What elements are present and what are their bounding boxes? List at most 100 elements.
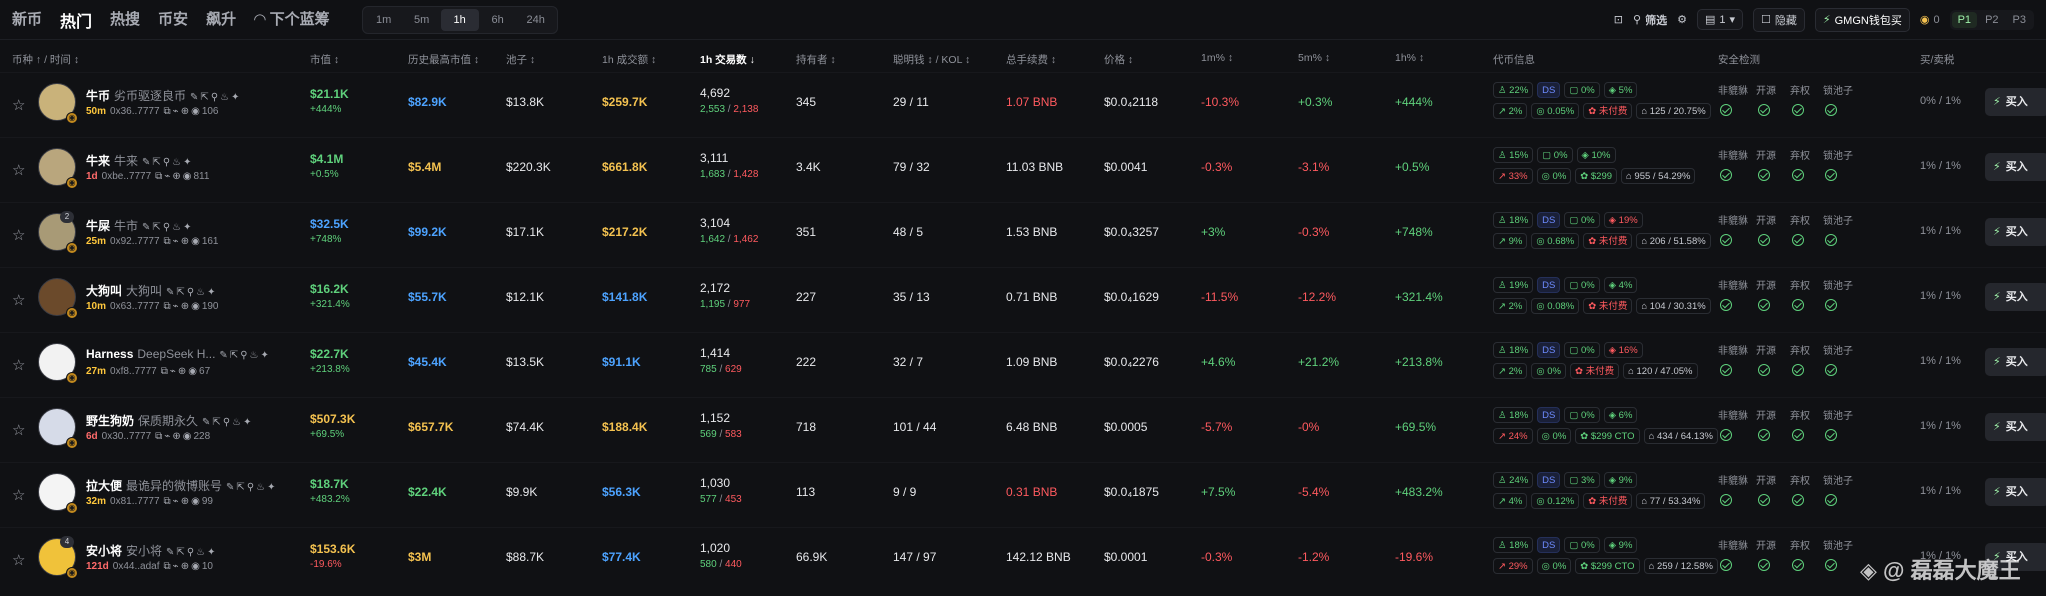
- favorite-star-icon[interactable]: ☆: [12, 486, 25, 504]
- favorite-star-icon[interactable]: ☆: [12, 226, 25, 244]
- table-row[interactable]: ☆ ◉ 拉大便 最诡异的微博账号 ✎⇱⚲♨✦ 32m 0x81..7777 ⧉⌁⊕◉99 $18…: [0, 462, 2046, 527]
- eye-icon[interactable]: ◉: [183, 171, 194, 182]
- verified-icon[interactable]: ✦: [231, 92, 241, 103]
- gmgn-wallet-buy-button[interactable]: ⚡ GMGN钱包买: [1814, 7, 1910, 32]
- timeframe-option[interactable]: 24h: [517, 9, 555, 31]
- buy-button[interactable]: ⚡ 买入: [1985, 283, 2046, 311]
- col-pool[interactable]: 池子 ↕: [506, 52, 535, 67]
- timeframe-option[interactable]: 1h: [440, 8, 479, 31]
- col-holders[interactable]: 持有者 ↕: [796, 52, 836, 67]
- preset-page-tab[interactable]: P3: [2007, 12, 2032, 28]
- nav-tab[interactable]: ◠ 下个蓝筹: [254, 8, 330, 32]
- web-icon[interactable]: ⊕: [178, 366, 188, 377]
- preset-page-tab[interactable]: P2: [1979, 12, 2004, 28]
- table-row[interactable]: ☆ ◉ Harness DeepSeek H... ✎⇱⚲♨✦ 27m 0xf8..7777…: [0, 332, 2046, 397]
- table-row[interactable]: ☆ ◉ 2 牛屎 牛市 ✎⇱⚲♨✦ 25m 0x92..7777 ⧉⌁⊕◉161 $32.5K +7…: [0, 202, 2046, 267]
- preset-page-tab[interactable]: P1: [1951, 11, 1978, 28]
- token-symbol[interactable]: Harness: [86, 347, 133, 361]
- fire-icon[interactable]: ♨: [196, 287, 207, 298]
- count-select[interactable]: ▤ 1 ▾: [1696, 9, 1744, 30]
- share-icon[interactable]: ⇱: [200, 92, 210, 103]
- nav-tab[interactable]: 热门: [60, 8, 92, 32]
- token-symbol[interactable]: 大狗叫: [86, 284, 122, 298]
- contract-address[interactable]: 0x30..7777: [102, 431, 152, 442]
- eye-icon[interactable]: ◉: [188, 366, 199, 377]
- table-row[interactable]: ☆ ◉ 牛币 劣币驱逐良币 ✎⇱⚲♨✦ 50m 0x36..7777 ⧉⌁⊕◉106 $21.1…: [0, 72, 2046, 137]
- favorite-star-icon[interactable]: ☆: [12, 421, 25, 439]
- copy-icon[interactable]: ⧉: [155, 171, 164, 182]
- edit-icon[interactable]: ✎: [190, 92, 200, 103]
- web-icon[interactable]: ⊕: [172, 171, 182, 182]
- col-1h[interactable]: 1h% ↕: [1395, 52, 1424, 64]
- table-row[interactable]: ☆ ◉ 牛来 牛来 ✎⇱⚲♨✦ 1d 0xbe..7777 ⧉⌁⊕◉811 $4.1M +0.5%…: [0, 137, 2046, 202]
- link-icon[interactable]: ⌁: [173, 496, 181, 507]
- fire-icon[interactable]: ♨: [172, 157, 183, 168]
- link-icon[interactable]: ⌁: [173, 301, 181, 312]
- token-symbol[interactable]: 野生狗奶: [86, 414, 134, 428]
- share-icon[interactable]: ⇱: [152, 157, 162, 168]
- edit-icon[interactable]: ✎: [142, 222, 152, 233]
- token-symbol[interactable]: 牛来: [86, 154, 110, 168]
- nav-tab[interactable]: 飙升: [206, 8, 236, 32]
- web-icon[interactable]: ⊕: [181, 236, 191, 247]
- contract-address[interactable]: 0x63..7777: [110, 301, 160, 312]
- buy-button[interactable]: ⚡ 买入: [1985, 413, 2046, 441]
- col-price[interactable]: 价格 ↕: [1104, 52, 1133, 67]
- edit-icon[interactable]: ✎: [202, 417, 212, 428]
- share-icon[interactable]: ⇱: [152, 222, 162, 233]
- nav-tab[interactable]: 热搜: [110, 8, 140, 32]
- nav-tab[interactable]: 新币: [12, 8, 42, 32]
- col-vol[interactable]: 1h 成交额 ↕: [602, 52, 656, 67]
- col-1m[interactable]: 1m% ↕: [1201, 52, 1233, 64]
- search-icon[interactable]: ⚲: [240, 350, 249, 361]
- bookmark-icon[interactable]: ⊡: [1614, 13, 1623, 26]
- eye-icon[interactable]: ◉: [191, 496, 202, 507]
- verified-icon[interactable]: ✦: [207, 547, 217, 558]
- share-icon[interactable]: ⇱: [230, 350, 240, 361]
- col-5m[interactable]: 5m% ↕: [1298, 52, 1330, 64]
- col-ath[interactable]: 历史最高市值 ↕: [408, 52, 479, 67]
- token-symbol[interactable]: 拉大便: [86, 479, 122, 493]
- buy-button[interactable]: ⚡ 买入: [1985, 348, 2046, 376]
- buy-button[interactable]: ⚡ 买入: [1985, 478, 2046, 506]
- col-mcap[interactable]: 市值 ↕: [310, 52, 339, 67]
- verified-icon[interactable]: ✦: [261, 350, 271, 361]
- contract-address[interactable]: 0x92..7777: [110, 236, 160, 247]
- edit-icon[interactable]: ✎: [219, 350, 229, 361]
- web-icon[interactable]: ⊕: [172, 431, 182, 442]
- eye-icon[interactable]: ◉: [183, 431, 194, 442]
- copy-icon[interactable]: ⧉: [164, 496, 173, 507]
- gmgn-amount-input[interactable]: ◉ 0: [1920, 13, 1940, 27]
- col-smart-kol[interactable]: 聪明钱 ↕ / KOL ↕: [893, 52, 970, 67]
- contract-address[interactable]: 0x36..7777: [110, 106, 160, 117]
- fire-icon[interactable]: ♨: [172, 222, 183, 233]
- search-icon[interactable]: ⚲: [163, 222, 172, 233]
- web-icon[interactable]: ⊕: [181, 561, 191, 572]
- fire-icon[interactable]: ♨: [232, 417, 243, 428]
- token-symbol[interactable]: 牛屎: [86, 219, 110, 233]
- share-icon[interactable]: ⇱: [176, 287, 186, 298]
- share-icon[interactable]: ⇱: [236, 482, 246, 493]
- hide-toggle[interactable]: ☐ 隐藏: [1753, 7, 1805, 32]
- verified-icon[interactable]: ✦: [243, 417, 253, 428]
- fire-icon[interactable]: ♨: [220, 92, 231, 103]
- copy-icon[interactable]: ⧉: [164, 236, 173, 247]
- favorite-star-icon[interactable]: ☆: [12, 291, 25, 309]
- share-icon[interactable]: ⇱: [176, 547, 186, 558]
- col-tx[interactable]: 1h 交易数 ↓: [700, 52, 755, 67]
- search-icon[interactable]: ⚲: [187, 547, 196, 558]
- contract-address[interactable]: 0x81..7777: [110, 496, 160, 507]
- verified-icon[interactable]: ✦: [267, 482, 277, 493]
- col-coin-time[interactable]: 币种 ↑ / 时间 ↕: [12, 52, 79, 67]
- timeframe-option[interactable]: 5m: [403, 9, 441, 31]
- search-icon[interactable]: ⚲: [187, 287, 196, 298]
- web-icon[interactable]: ⊕: [181, 106, 191, 117]
- buy-button[interactable]: ⚡ 买入: [1985, 218, 2046, 246]
- timeframe-option[interactable]: 6h: [479, 9, 517, 31]
- buy-button[interactable]: ⚡ 买入: [1985, 153, 2046, 181]
- edit-icon[interactable]: ✎: [166, 287, 176, 298]
- link-icon[interactable]: ⌁: [173, 106, 181, 117]
- favorite-star-icon[interactable]: ☆: [12, 551, 25, 569]
- contract-address[interactable]: 0xf8..7777: [110, 366, 157, 377]
- verified-icon[interactable]: ✦: [207, 287, 217, 298]
